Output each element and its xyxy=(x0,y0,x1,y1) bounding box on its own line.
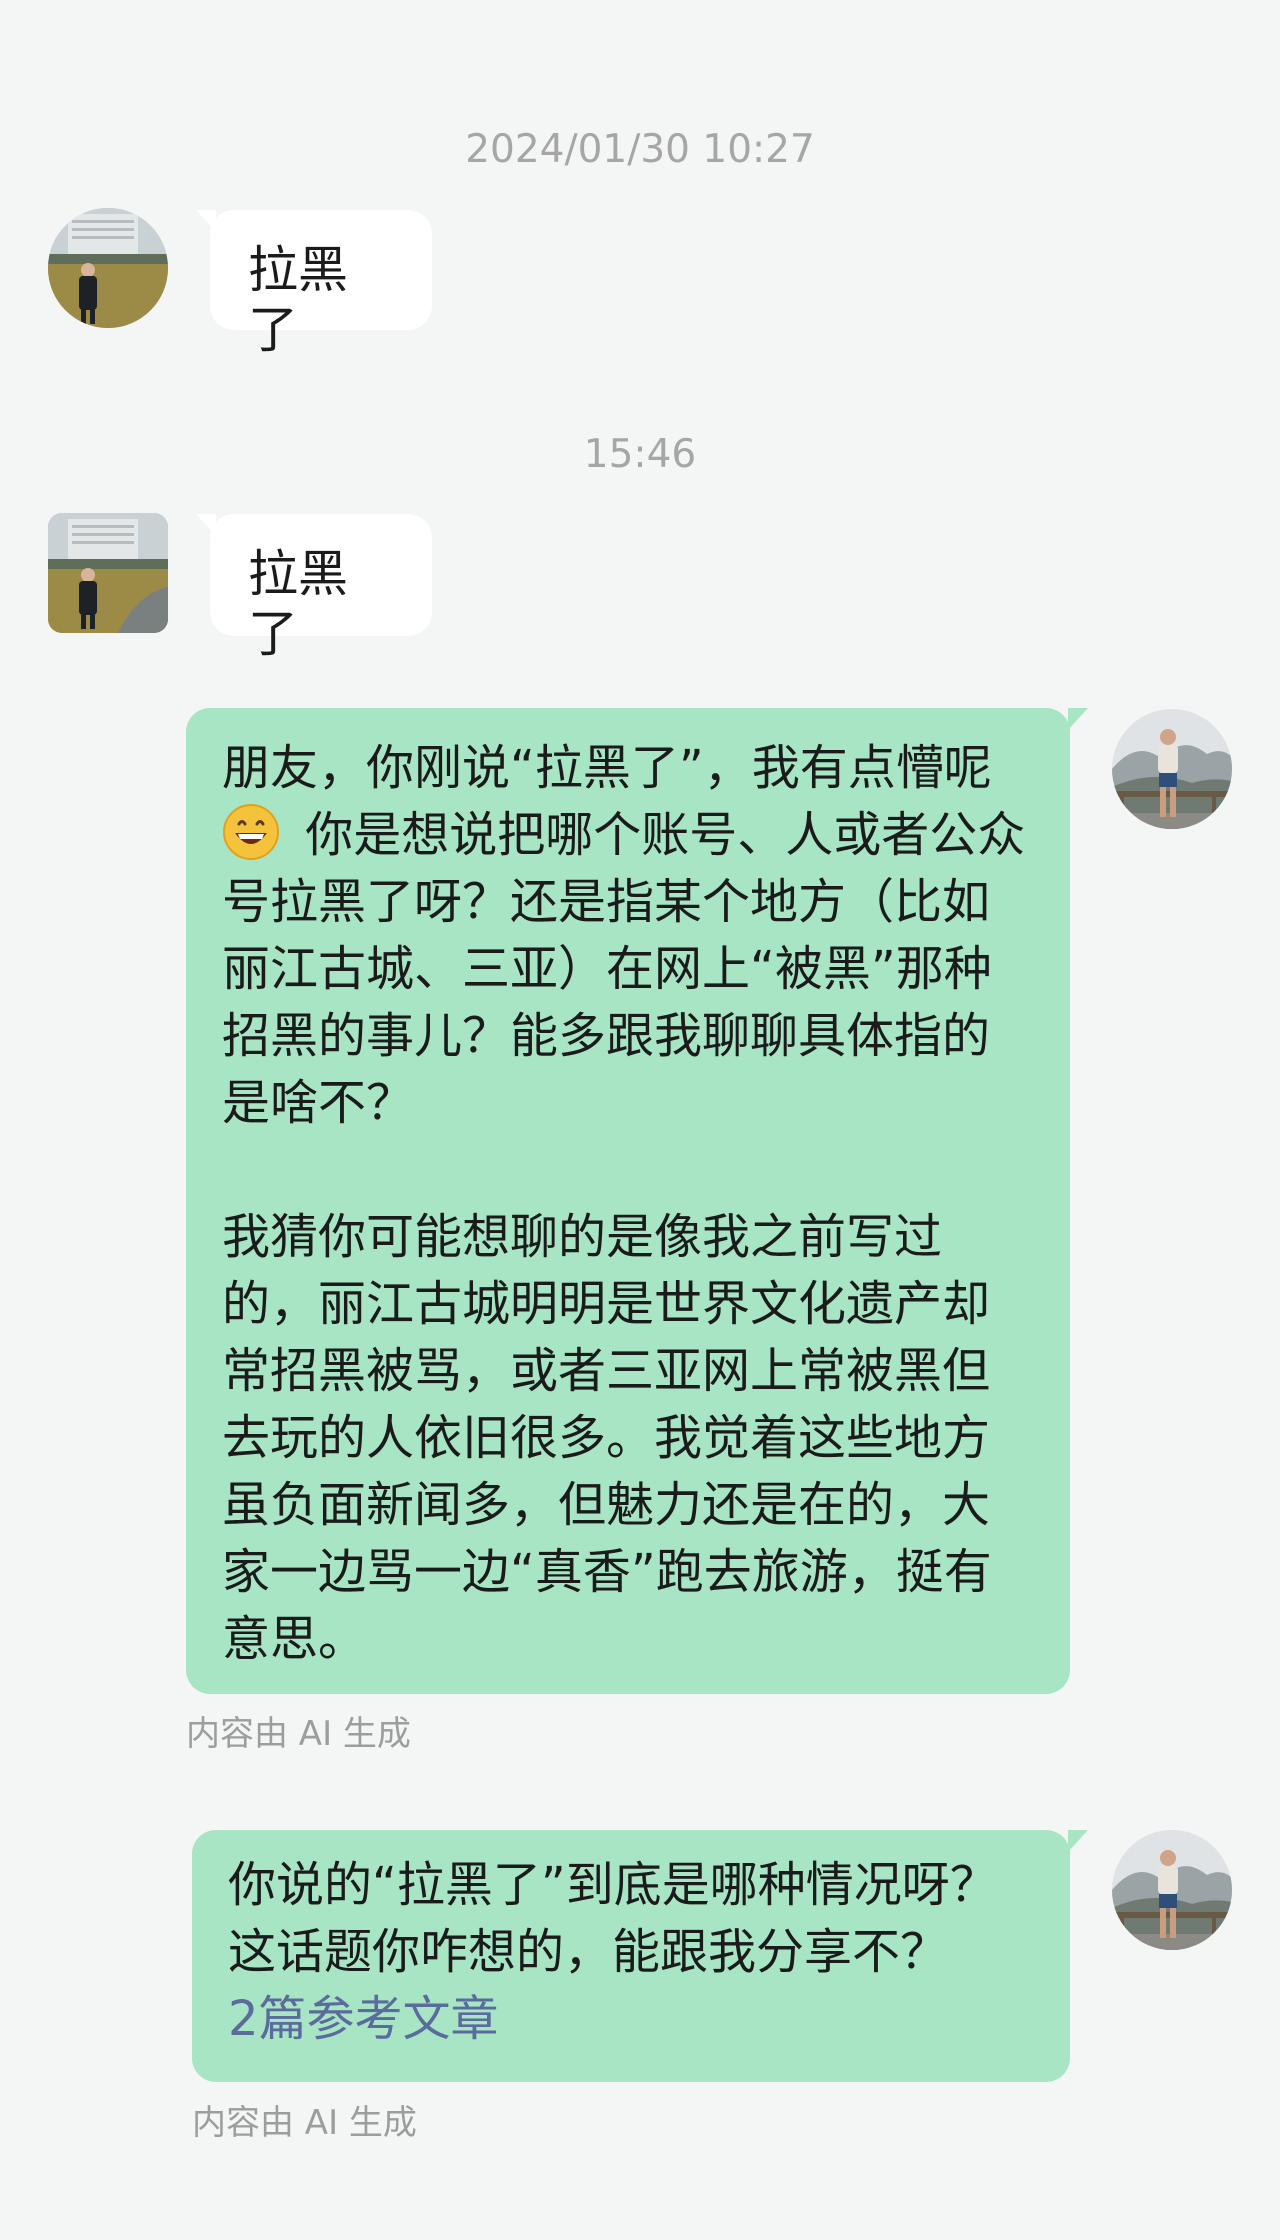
ai-reply-bubble[interactable]: 你说的“拉黑了”到底是哪种情况呀？这话题你咋想的，能跟我分享不？ 2篇参考文章 xyxy=(192,1830,1088,2082)
user-avatar[interactable] xyxy=(48,208,168,328)
incoming-message-bubble[interactable]: 拉黑了 xyxy=(196,514,432,663)
message-text: 拉黑了 xyxy=(248,545,348,663)
ai-avatar[interactable] xyxy=(1112,709,1232,829)
incoming-message-bubble[interactable]: 拉黑了 xyxy=(196,210,432,359)
timestamp: 15:46 xyxy=(583,432,697,477)
message-text: 拉黑了 xyxy=(248,241,348,359)
reply-paragraph: 你说的“拉黑了”到底是哪种情况呀？这话题你咋想的，能跟我分享不？ xyxy=(228,1857,998,1980)
ai-generated-note: 内容由 AI 生成 xyxy=(192,2103,417,2143)
timestamp: 2024/01/30 10:27 xyxy=(465,127,815,172)
ai-avatar[interactable] xyxy=(1112,1830,1232,1950)
ai-avatar-photo xyxy=(1112,1830,1232,1950)
user-avatar-photo xyxy=(48,513,168,633)
reply-text: 你是想说把哪个账号、人或者公众号拉黑了呀？还是指某个地方（比如丽江古城、三亚）在… xyxy=(222,807,1026,1131)
reply-text: 朋友，你刚说“拉黑了”，我有点懵呢 xyxy=(222,740,992,796)
reply-paragraph: 朋友，你刚说“拉黑了”，我有点懵呢 你是想说把哪个账号、人或者公众号拉黑了呀？还… xyxy=(222,735,1034,1137)
ai-avatar-photo xyxy=(1112,709,1232,829)
ai-generated-note: 内容由 AI 生成 xyxy=(186,1714,411,1754)
reply-paragraph: 我猜你可能想聊的是像我之前写过的，丽江古城明明是世界文化遗产却常招黑被骂，或者三… xyxy=(222,1209,992,1667)
user-avatar-photo xyxy=(48,208,168,328)
user-avatar[interactable] xyxy=(48,513,168,633)
ai-reply-bubble[interactable]: 朋友，你刚说“拉黑了”，我有点懵呢 你是想说把哪个账号、人或者公众号拉黑了呀？还… xyxy=(186,708,1088,1694)
reference-articles-link[interactable]: 2篇参考文章 xyxy=(228,1986,1034,2053)
grinning-face-icon xyxy=(223,804,279,860)
